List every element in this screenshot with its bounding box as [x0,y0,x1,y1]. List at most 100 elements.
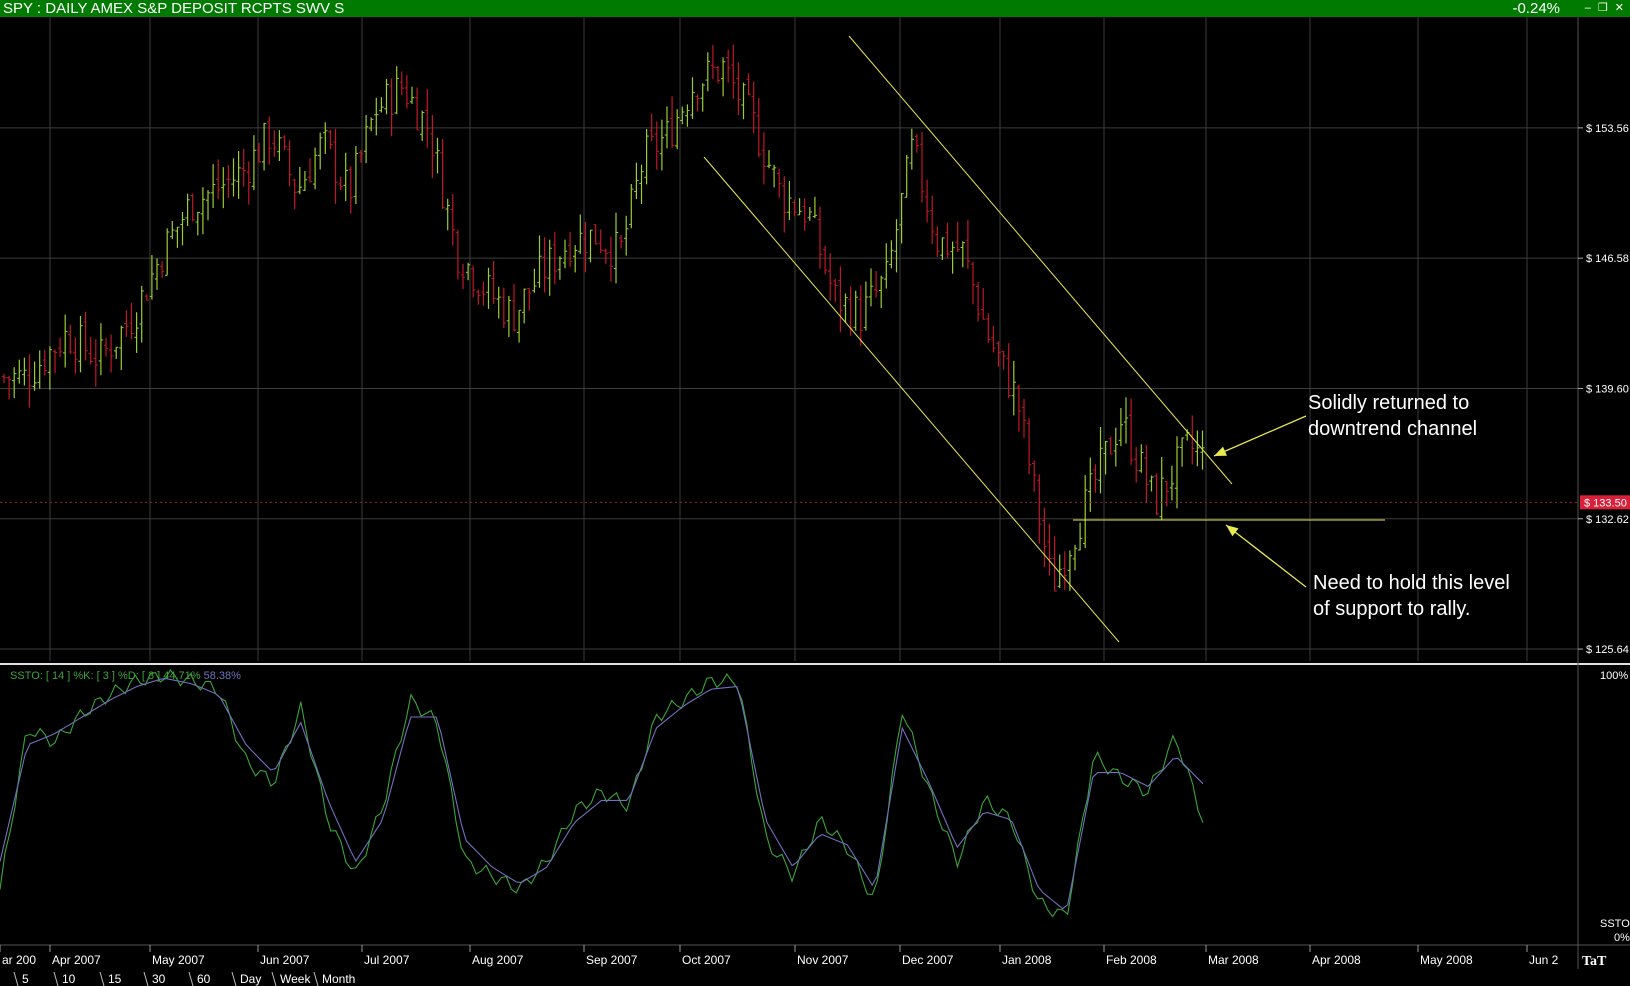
price-bar [68,324,73,354]
tab-separator [143,971,149,986]
price-bar [909,128,914,170]
price-bar [593,224,598,245]
price-bar [598,229,603,253]
timeframe-tab[interactable]: 5 [22,972,29,986]
price-bar [1052,536,1057,592]
tab-separator [13,971,19,986]
date-label: Nov 2007 [797,953,849,967]
price-bar [1154,473,1159,516]
stochastic-bottom-label: 0% [1614,932,1630,944]
price-bar [537,235,542,288]
price-bar [491,261,496,305]
tab-separator [313,971,319,986]
stochastic-line [0,677,1204,910]
date-label: May 2008 [1420,953,1473,967]
timeframe-tab[interactable]: Month [322,972,355,986]
price-bar [761,132,767,185]
timeframe-tab[interactable]: 30 [152,972,166,986]
price-bar [221,167,226,209]
price-bar [1139,444,1144,473]
price-bar [675,109,680,150]
tab-separator [99,971,105,986]
price-bar [863,281,869,331]
price-bar [1026,418,1032,475]
stochastic-top-label: 100% [1600,670,1628,682]
price-bar [17,359,22,384]
price-bar [924,179,930,223]
price-bar [496,286,501,319]
price-bar [1047,523,1052,576]
price-bar [720,57,726,97]
price-bar [644,129,649,185]
price-bar [297,167,302,195]
timeframe-tab[interactable]: 10 [62,972,76,986]
price-bar [282,135,287,151]
price-bar [139,285,144,343]
price-bar [1062,551,1067,590]
date-label: May 2007 [152,953,205,967]
price-bar [567,231,573,267]
price-bar [522,288,527,324]
price-bar [103,337,109,357]
price-bar [950,241,955,274]
price-bar [287,140,292,187]
price-bar [216,159,221,200]
price-bar [455,229,461,280]
date-label: ar 200 [2,953,36,967]
price-bar [63,314,68,368]
timeframe-tab[interactable]: 60 [197,972,211,986]
price-bar [88,336,93,365]
price-bar [399,71,404,96]
window-control-buttons[interactable]: – ❐ ✕ [1585,0,1626,17]
price-bar [965,219,971,269]
price-bar [205,190,211,221]
price-bar [736,62,741,116]
date-label: Aug 2007 [472,953,524,967]
timeframe-tab[interactable]: Day [240,972,261,986]
date-label: Jan 2008 [1002,953,1052,967]
price-bar [562,239,568,269]
price-bar [532,268,537,293]
price-bar [1001,350,1006,370]
price-bar [894,219,899,273]
price-bar [1042,507,1047,568]
price-bar [1032,460,1037,492]
price-bar [639,164,644,205]
price-bar [787,180,792,221]
price-bar [868,268,874,307]
price-bar [766,150,772,169]
price-bar [261,122,267,171]
percent-change: -0.24% [1512,0,1560,17]
price-bar [690,77,695,119]
timeframe-tab[interactable]: Week [280,972,311,986]
price-bar [771,164,777,188]
price-bar [318,132,323,170]
price-bar [108,334,114,373]
price-bar [1174,436,1180,509]
timeframe-tab[interactable]: 15 [108,972,122,986]
price-bar [1149,475,1154,492]
price-bar [634,162,639,200]
stochastic-legend: SSTO: [ 14 ] %K: [ 3 ] %D: [ 3 ] 44.71% … [10,670,241,682]
stochastic-name-label: SSTO [1600,918,1630,930]
price-tick-label: $ 139.60 [1586,383,1629,395]
annotation-text: of support to rally. [1313,598,1470,620]
price-bar [986,313,991,343]
price-bar [573,245,578,273]
price-bar [669,96,675,148]
price-bars [1,44,1205,592]
annotations: Solidly returned to downtrend channel Need… [1213,392,1510,620]
price-bar [741,82,746,120]
price-bar [73,337,78,374]
price-bar [251,135,257,191]
price-bar [817,206,823,269]
price-bar [374,97,379,136]
corner-logo: TaT [1582,954,1607,969]
price-bar [32,361,37,391]
annotation-arrow [1225,524,1307,588]
price-bar [1083,475,1088,549]
date-label: Jun 2007 [260,953,310,967]
price-bar [1006,343,1011,399]
price-bar [170,220,175,240]
price-bar [200,187,206,235]
